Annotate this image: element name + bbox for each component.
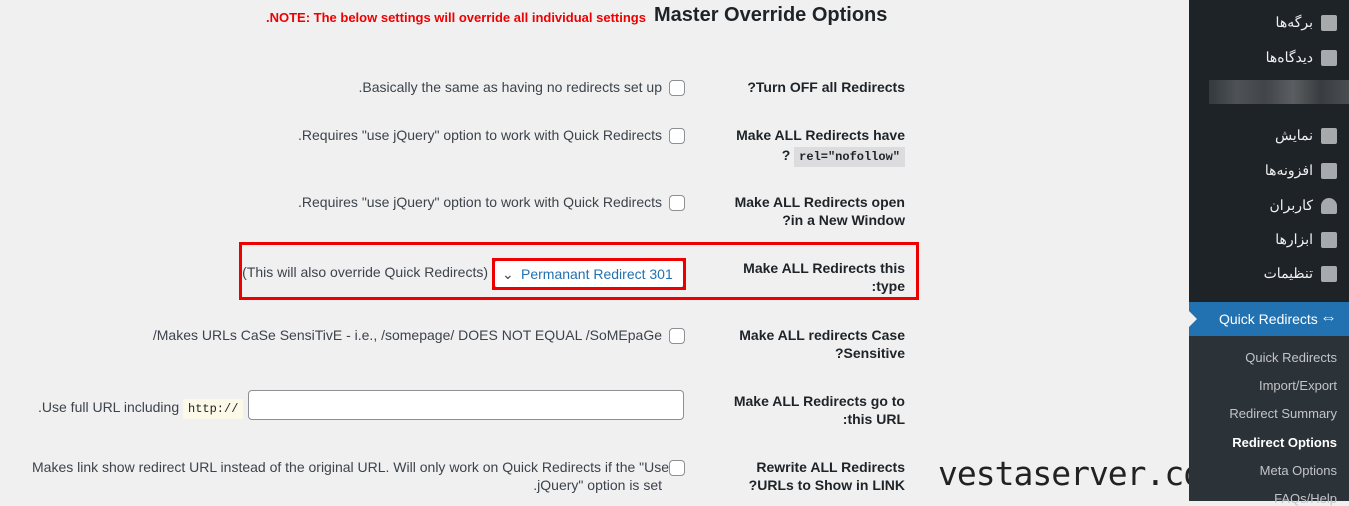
goto-desc-text: .Use full URL including xyxy=(38,399,180,415)
goto-label-line1: Make ALL Redirects go to xyxy=(733,393,905,409)
sidebar-item-appearance[interactable]: نمایش xyxy=(1275,127,1337,144)
submenu-meta-options[interactable]: Meta Options xyxy=(1260,463,1337,478)
case-label-line1: Make ALL redirects Case xyxy=(739,327,905,343)
turn-off-checkbox[interactable] xyxy=(669,80,685,96)
users-icon xyxy=(1321,197,1337,214)
submenu-redirect-summary[interactable]: Redirect Summary xyxy=(1229,406,1337,421)
sidebar-label: کاربران xyxy=(1269,197,1313,213)
settings-icon xyxy=(1321,265,1337,282)
sidebar-item-settings[interactable]: تنظیمات xyxy=(1264,265,1337,282)
nofollow-label-q: ? xyxy=(781,147,791,163)
case-label-line2: ?Sensitive xyxy=(834,345,905,361)
comments-icon xyxy=(1321,49,1337,66)
submenu-faqs-help[interactable]: FAQs/Help xyxy=(1274,491,1337,506)
rewrite-label-line2: ?URLs to Show in LINK xyxy=(748,477,905,493)
case-sensitive-label: Make ALL redirects Case ?Sensitive xyxy=(665,326,905,362)
case-sensitive-checkbox[interactable] xyxy=(669,328,685,344)
rewrite-checkbox[interactable] xyxy=(669,460,685,476)
sidebar-label: برگه‌ها xyxy=(1275,14,1313,30)
sidebar-label: Quick Redirects xyxy=(1219,311,1318,327)
nofollow-code: rel="nofollow" xyxy=(794,147,905,167)
new-window-label-line1: Make ALL Redirects open xyxy=(734,194,905,210)
page-title: Master Override Options xyxy=(654,4,888,26)
main-content: Master Override Options .NOTE: The below… xyxy=(0,0,1222,501)
plugins-icon xyxy=(1321,162,1337,179)
sidebar-item-comments[interactable]: دیدگاه‌ها xyxy=(1266,49,1337,66)
sidebar-label: ابزارها xyxy=(1275,231,1313,247)
sidebar-label: نمایش xyxy=(1274,127,1313,143)
rewrite-desc-line1: Makes link show redirect URL instead of … xyxy=(32,459,670,475)
new-window-label-line2: ?in a New Window xyxy=(782,212,905,228)
new-window-checkbox[interactable] xyxy=(669,195,685,211)
sidebar-label: تنظیمات xyxy=(1263,265,1313,281)
redirect-type-label: Make ALL Redirects this :type xyxy=(665,259,905,295)
turn-off-desc: .Basically the same as having no redirec… xyxy=(358,79,663,95)
rewrite-desc-line2: .jQuery" option is set xyxy=(533,477,662,493)
submenu-redirect-options[interactable]: Redirect Options xyxy=(1232,435,1337,450)
nofollow-label-line1: Make ALL Redirects have xyxy=(736,127,905,143)
sidebar-label: افزونه‌ها xyxy=(1264,162,1313,178)
sidebar-item-users[interactable]: کاربران xyxy=(1270,197,1337,214)
sidebar-label: دیدگاه‌ها xyxy=(1265,49,1313,65)
new-window-label: Make ALL Redirects open ?in a New Window xyxy=(665,193,905,229)
redirect-type-label-line1: Make ALL Redirects this xyxy=(743,260,905,276)
submenu-import-export[interactable]: Import/Export xyxy=(1259,378,1337,393)
rewrite-label-line1: Rewrite ALL Redirects xyxy=(756,459,905,475)
submenu: Quick Redirects Import/Export Redirect S… xyxy=(1189,336,1349,506)
pages-icon xyxy=(1321,14,1337,31)
goto-url-input[interactable] xyxy=(248,390,684,420)
http-code: http:// xyxy=(183,399,244,419)
new-window-desc: .Requires "use jQuery" option to work wi… xyxy=(298,194,662,210)
nofollow-checkbox[interactable] xyxy=(669,128,685,144)
nofollow-desc: .Requires "use jQuery" option to work wi… xyxy=(298,127,662,143)
appearance-icon xyxy=(1321,127,1337,144)
sidebar-item-pages[interactable]: برگه‌ها xyxy=(1276,14,1337,31)
redirect-type-label-line2: :type xyxy=(871,278,905,294)
sidebar-item-quick-redirects[interactable]: Quick Redirects ⇔ xyxy=(1189,302,1349,336)
current-arrow xyxy=(1189,311,1197,327)
goto-label-line2: :this URL xyxy=(842,411,905,427)
admin-sidebar: برگه‌ها دیدگاه‌ها نمایش افزونه‌ها کاربرا… xyxy=(1189,0,1349,506)
rewrite-label: Rewrite ALL Redirects ?URLs to Show in LI… xyxy=(665,458,905,494)
redirect-type-desc: (This will also override Quick Redirects… xyxy=(242,264,488,280)
submenu-quick-redirects[interactable]: Quick Redirects xyxy=(1245,350,1337,365)
override-note: .NOTE: The below settings will override … xyxy=(266,10,646,25)
sidebar-item-tools[interactable]: ابزارها xyxy=(1275,231,1337,248)
case-sensitive-desc: /Makes URLs CaSe SensiTivE - i.e., /some… xyxy=(152,327,662,343)
redirect-arrows-icon: ⇔ xyxy=(1320,308,1337,327)
tools-icon xyxy=(1321,231,1337,248)
goto-url-desc: .Use full URL including http:// xyxy=(38,398,244,419)
select-highlight-box xyxy=(492,258,686,290)
goto-url-label: Make ALL Redirects go to :this URL xyxy=(665,392,905,428)
blurred-item xyxy=(1209,80,1349,104)
rewrite-desc: Makes link show redirect URL instead of … xyxy=(32,458,670,494)
turn-off-label: ?Turn OFF all Redirects xyxy=(747,79,905,95)
watermark: vestaserver.com xyxy=(938,454,1222,493)
nofollow-label: Make ALL Redirects have? rel="nofollow" xyxy=(665,126,905,167)
sidebar-item-plugins[interactable]: افزونه‌ها xyxy=(1265,162,1337,179)
